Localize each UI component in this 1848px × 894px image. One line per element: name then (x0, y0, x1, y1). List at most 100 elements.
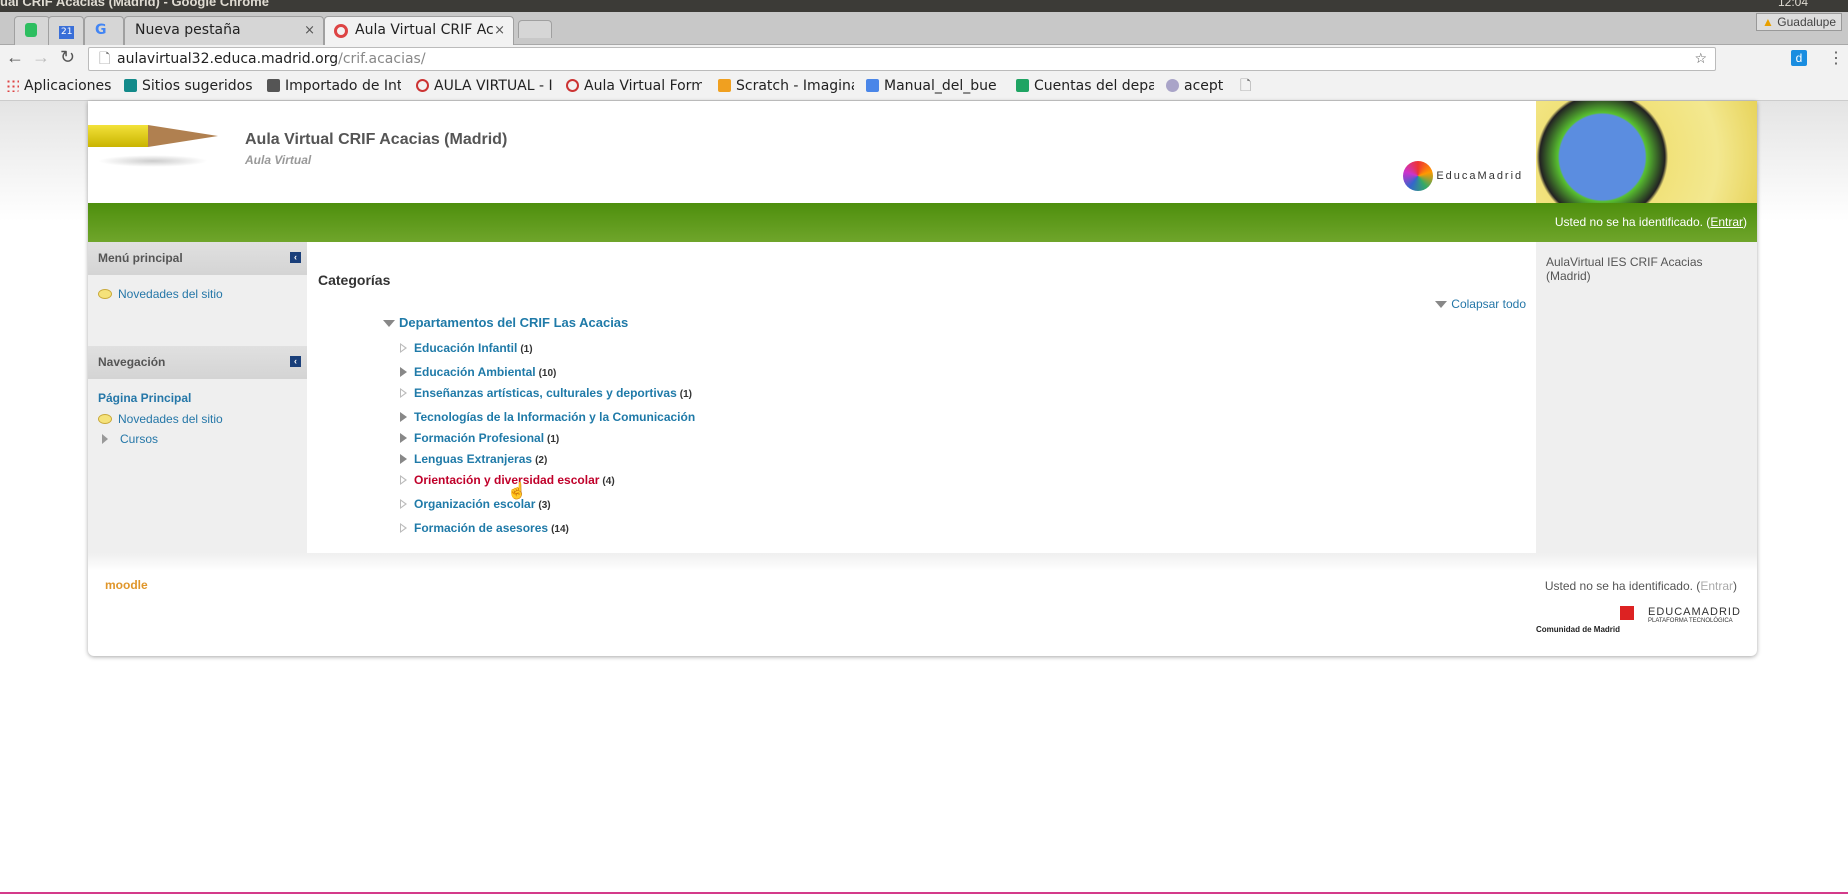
educamadrid-footer-logo[interactable]: EDUCAMADRID PLATAFORMA TECNOLÓGICA (1648, 606, 1740, 634)
link-pagina-principal[interactable]: Página Principal (98, 391, 191, 405)
category-count: (1) (547, 434, 560, 445)
footer-login-info: Usted no se ha identificado. (Entrar) (1545, 579, 1737, 593)
link-nav-cursos[interactable]: Cursos (102, 432, 158, 446)
bookmark-acept[interactable]: acept (1166, 73, 1223, 100)
bookmark-label: Scratch - Imagina (736, 78, 854, 94)
bookmark-label: Aula Virtual Form (584, 78, 702, 94)
bookmark-star-icon[interactable]: ☆ (1694, 48, 1707, 70)
login-close: ) (1733, 579, 1737, 593)
educamadrid-subtext: PLATAFORMA TECNOLÓGICA (1648, 618, 1733, 624)
expanded-icon (383, 320, 395, 327)
footer-divider (88, 553, 1757, 571)
bookmark-aula-virtual[interactable]: AULA VIRTUAL - I (416, 73, 552, 100)
page-icon: 🗋 (99, 51, 111, 67)
category-item[interactable]: Educación Ambiental (10) (400, 365, 557, 379)
collapse-all-link[interactable]: Colapsar todo (1435, 297, 1526, 311)
category-count: (10) (538, 368, 557, 379)
expand-icon (400, 388, 407, 398)
site-description: AulaVirtual IES CRIF Acacias (Madrid) (1546, 255, 1703, 283)
bookmark-label: AULA VIRTUAL - I (434, 78, 552, 94)
category-name: Formación de asesores (414, 521, 549, 535)
bookmarks-bar: Aplicaciones Sitios sugeridos Importado … (0, 73, 1848, 101)
tab-nueva-pestana[interactable]: Nueva pestaña × (124, 16, 324, 45)
collapse-block-icon[interactable]: ‹ (290, 356, 301, 367)
category-item[interactable]: Lenguas Extranjeras (2) (400, 452, 548, 466)
educamadrid-text: EDUCAMADRID (1648, 606, 1741, 618)
bookmark-scratch[interactable]: Scratch - Imagina (718, 73, 854, 100)
category-count: (1) (679, 389, 693, 400)
category-count: (2) (535, 455, 548, 466)
bookmark-manual[interactable]: Manual_del_bue (866, 73, 1004, 100)
new-tab-button[interactable] (518, 20, 552, 38)
expand-icon (400, 367, 407, 377)
pencil-logo (88, 109, 228, 179)
profile-name: Guadalupe (1777, 15, 1836, 29)
category-count: (3) (538, 500, 551, 511)
expand-icon (400, 475, 407, 485)
expand-icon (400, 454, 407, 464)
browser-toolbar: ← → ↻ 🗋 aulavirtual32.educa.madrid.org/c… (0, 45, 1848, 73)
site-title[interactable]: Aula Virtual CRIF Acacias (Madrid) (245, 131, 507, 149)
apps-icon (6, 79, 19, 92)
footer-login-link[interactable]: Entrar (1700, 579, 1733, 593)
back-icon[interactable]: ← (6, 47, 24, 68)
bookmark-apps[interactable]: Aplicaciones (6, 73, 111, 100)
category-item[interactable]: Tecnologías de la Información y la Comun… (400, 410, 698, 424)
category-name: Departamentos del CRIF Las Acacias (399, 315, 629, 330)
forward-icon[interactable]: → (32, 47, 50, 68)
login-link[interactable]: Entrar (1710, 215, 1743, 229)
extension-icon[interactable]: d (1791, 50, 1807, 66)
link-novedades-sitio[interactable]: Novedades del sitio (98, 287, 223, 301)
login-info: Usted no se ha identificado. (Entrar) (1555, 215, 1747, 229)
forum-icon (98, 289, 112, 299)
address-bar[interactable]: 🗋 aulavirtual32.educa.madrid.org/crif.ac… (88, 47, 1716, 71)
category-item[interactable]: Educación Infantil (1) (400, 341, 533, 355)
warning-icon: ▲ (1762, 15, 1774, 29)
bookmark-label: Aplicaciones (24, 78, 112, 94)
bookmark-label: acept (1184, 78, 1224, 94)
category-item[interactable]: Formación de asesores (14) (400, 521, 569, 535)
comunidad-madrid-logo[interactable]: Comunidad de Madrid (1536, 606, 1634, 634)
link-label: Colapsar todo (1451, 297, 1526, 311)
folder-icon (267, 79, 280, 92)
forum-icon (98, 414, 112, 424)
tab-evernote[interactable] (14, 16, 50, 45)
expand-icon (400, 343, 407, 353)
category-name: Lenguas Extranjeras (414, 452, 533, 466)
expand-icon (400, 499, 407, 509)
category-item[interactable]: Organización escolar (3) (400, 497, 551, 511)
bookmark-sitios[interactable]: Sitios sugeridos (124, 73, 253, 100)
moodle-logo[interactable]: moodle (105, 578, 148, 592)
right-sidebar: AulaVirtual IES CRIF Acacias (Madrid) (1536, 242, 1757, 553)
tab-google[interactable]: G (84, 16, 124, 45)
bookmark-cuentas[interactable]: Cuentas del depa (1016, 73, 1154, 100)
educamadrid-logo: EducaMadrid (1403, 161, 1523, 191)
tab-label: Aula Virtual CRIF Ac (355, 22, 494, 38)
close-tab-icon[interactable]: × (304, 17, 315, 44)
url-host: aulavirtual32.educa.madrid.org (117, 51, 339, 67)
window-title: ual CRIF Acacias (Madrid) - Google Chrom… (0, 0, 269, 9)
collapse-block-icon[interactable]: ‹ (290, 252, 301, 263)
bookmark-label: Sitios sugeridos (142, 78, 253, 94)
bookmark-folder-importado[interactable]: Importado de Int (267, 73, 401, 100)
category-parent[interactable]: Departamentos del CRIF Las Acacias (383, 315, 628, 330)
tab-calendar[interactable]: 21 (48, 16, 84, 45)
expand-icon (400, 433, 407, 443)
menu-icon[interactable]: ⋮ (1828, 48, 1844, 68)
category-count: (14) (551, 524, 569, 535)
close-tab-icon[interactable]: × (494, 17, 505, 44)
category-item[interactable]: Enseñanzas artísticas, culturales y depo… (400, 386, 693, 400)
bookmark-aula-virtual-form[interactable]: Aula Virtual Form (566, 73, 702, 100)
site-favicon (334, 24, 348, 38)
category-name: Educación Ambiental (414, 365, 536, 379)
profile-button[interactable]: ▲ Guadalupe (1756, 13, 1842, 31)
reload-icon[interactable]: ↻ (60, 47, 75, 68)
tab-aula-virtual[interactable]: Aula Virtual CRIF Ac × (324, 16, 514, 45)
page-icon[interactable]: 🗋 (1240, 73, 1251, 100)
link-nav-novedades[interactable]: Novedades del sitio (98, 412, 223, 426)
site-subtitle: Aula Virtual (245, 153, 312, 167)
site-favicon (566, 79, 579, 92)
block-header-menu-principal: Menú principal ‹ (88, 242, 307, 275)
expand-icon (102, 434, 108, 444)
category-item[interactable]: Formación Profesional (1) (400, 431, 560, 445)
